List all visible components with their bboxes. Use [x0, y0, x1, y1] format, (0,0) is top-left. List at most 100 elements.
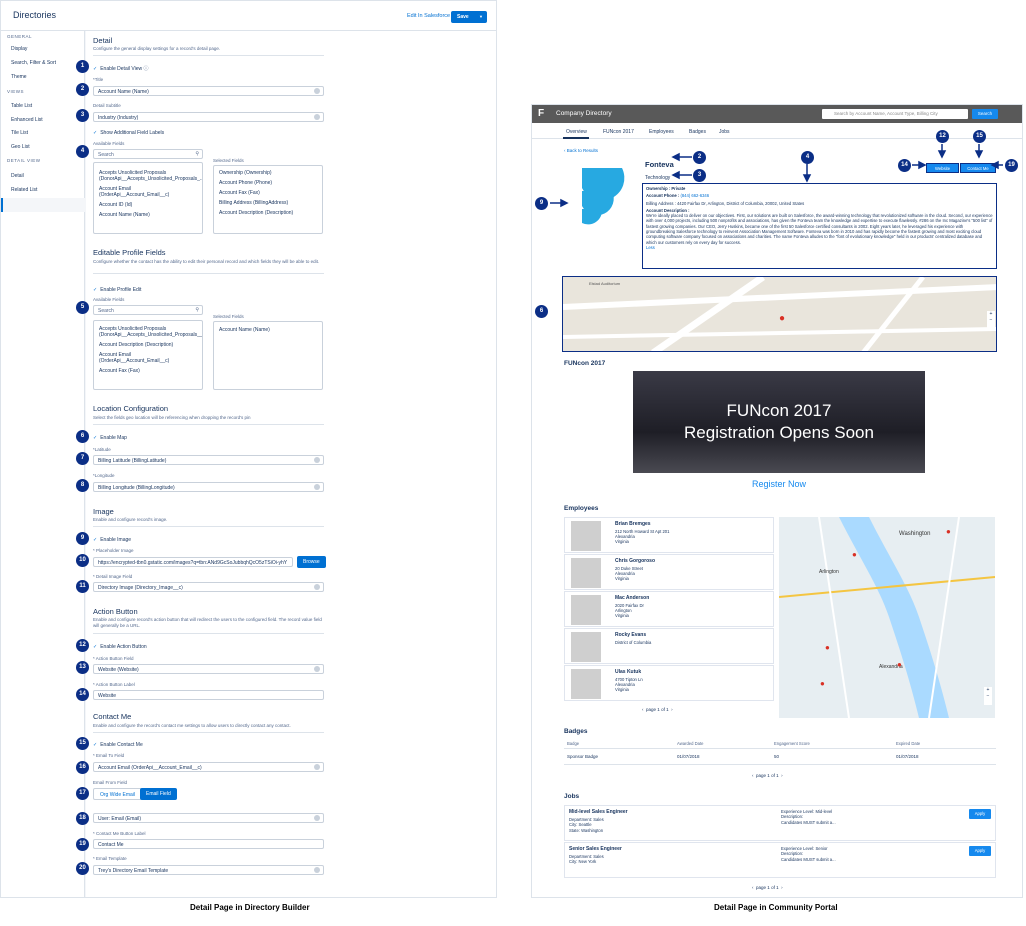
register-now-link[interactable]: Register Now	[633, 479, 925, 489]
less-link[interactable]: Less	[646, 245, 993, 250]
available-fields-search[interactable]: Search ⚲	[93, 305, 203, 315]
apply-button[interactable]: Apply	[969, 809, 991, 819]
available-fields-list[interactable]: Accepts Unsolicited Proposals (DonorApi_…	[93, 162, 203, 234]
prev-page-icon[interactable]: ‹	[642, 707, 644, 712]
portal-logo[interactable]: F	[538, 108, 550, 120]
map-pin-icon[interactable]: ●	[820, 679, 825, 688]
sidebar-item-display[interactable]: Display	[11, 46, 27, 52]
edit-in-salesforce-link[interactable]: Edit In Salesforce	[407, 13, 450, 19]
latitude-field[interactable]: Billing Latitude (BillingLatitude)	[93, 455, 324, 465]
sidebar-item-search-filter-sort[interactable]: Search, Filter & Sort	[11, 60, 56, 66]
list-item[interactable]: Accepts Unsolicited Proposals (DonorApi_…	[94, 324, 202, 340]
email-template-field[interactable]: Trey's Directory Email Template	[93, 865, 324, 875]
list-item[interactable]: Brian Bremges 212 North Howard St Apt 20…	[564, 517, 774, 553]
prev-page-icon[interactable]: ‹	[752, 885, 754, 890]
next-page-icon[interactable]: ›	[781, 773, 783, 778]
chevron-down-icon[interactable]: ▼	[479, 14, 483, 19]
sidebar-item-enhanced-list[interactable]: Enhanced List	[11, 117, 43, 123]
contact-button-label-field[interactable]: Contact Me	[93, 839, 324, 849]
map-pin-icon[interactable]: ●	[852, 550, 857, 559]
list-item[interactable]: Accepts Unsolicited Proposals (DonorApi_…	[94, 168, 202, 184]
list-item[interactable]: Ownership (Ownership)	[214, 168, 322, 178]
clear-icon[interactable]	[314, 815, 320, 821]
list-item[interactable]: Account ID (Id)	[94, 200, 202, 210]
clear-icon[interactable]	[314, 867, 320, 873]
enable-map-checkbox[interactable]: ✓ Enable Map	[93, 435, 127, 441]
subtitle-field[interactable]: Industry (Industry)	[93, 112, 324, 122]
available-fields-list[interactable]: Accepts Unsolicited Proposals (DonorApi_…	[93, 320, 203, 390]
list-item[interactable]: Chris Gorgoroso 20 Duke Street Alexandria…	[564, 554, 774, 590]
tab-overview[interactable]: Overview	[566, 129, 587, 135]
enable-action-button-checkbox[interactable]: ✓ Enable Action Button	[93, 644, 147, 650]
sidebar-item-table-list[interactable]: Table List	[11, 103, 32, 109]
tab-jobs[interactable]: Jobs	[719, 129, 730, 135]
clear-icon[interactable]	[314, 114, 320, 120]
pager-current[interactable]: 1	[657, 707, 660, 712]
apply-button[interactable]: Apply	[969, 846, 991, 856]
next-page-icon[interactable]: ›	[781, 885, 783, 890]
list-item[interactable]: Rocky Evans District of Columbia	[564, 628, 774, 664]
map-pin-icon[interactable]: ●	[897, 660, 902, 669]
sidebar-item-detail[interactable]: Detail	[11, 173, 24, 179]
map-pin-icon[interactable]: ●	[779, 313, 785, 324]
clear-icon[interactable]	[314, 764, 320, 770]
enable-contact-me-checkbox[interactable]: ✓ Enable Contact Me	[93, 742, 143, 748]
selected-fields-list[interactable]: Ownership (Ownership) Account Phone (Pho…	[213, 165, 323, 234]
sidebar-item-theme[interactable]: Theme	[11, 74, 27, 80]
map-pin-icon[interactable]: ●	[946, 527, 951, 536]
sidebar-item-geo-list[interactable]: Geo List	[11, 144, 30, 150]
list-item[interactable]: Account Fax (Fax)	[94, 366, 202, 376]
action-button-field[interactable]: Website (Website)	[93, 664, 324, 674]
list-item[interactable]: Account Name (Name)	[214, 325, 322, 335]
enable-detail-view-checkbox[interactable]: ✓ Enable Detail View ⓘ	[93, 65, 149, 72]
next-page-icon[interactable]: ›	[671, 707, 673, 712]
list-item[interactable]: Account Description (Description)	[214, 208, 322, 218]
selected-fields-list[interactable]: Account Name (Name)	[213, 321, 323, 390]
list-item[interactable]: Account Email (OrderApi__Account_Email__…	[94, 184, 202, 200]
list-item[interactable]: Billing Address (BillingAddress)	[214, 198, 322, 208]
sidebar-item-tile-list[interactable]: Tile List	[11, 130, 28, 136]
clear-icon[interactable]	[314, 484, 320, 490]
tab-funcon-2017[interactable]: FUNcon 2017	[603, 129, 634, 135]
title-field[interactable]: Account Name (Name)	[93, 86, 324, 96]
tab-badges[interactable]: Badges	[689, 129, 706, 135]
clear-icon[interactable]	[314, 584, 320, 590]
browse-button[interactable]: Browse	[297, 556, 326, 568]
org-wide-email-option[interactable]: Org Wide Email	[93, 788, 143, 800]
pager-current[interactable]: 1	[767, 885, 770, 890]
list-item[interactable]: Ulas Kutuk 4700 Tipton Ln Alexandria Virgi…	[564, 665, 774, 701]
portal-search-input[interactable]: Search by Account Name, Account Type, Bi…	[822, 109, 968, 119]
tab-employees[interactable]: Employees	[649, 129, 674, 135]
list-item[interactable]: Account Description (Description)	[94, 340, 202, 350]
detail-image-field[interactable]: Directory Image (Directory_Image__c)	[93, 582, 324, 592]
user-email-field[interactable]: User: Email (Email)	[93, 813, 324, 823]
action-button-label-field[interactable]: Website	[93, 690, 324, 700]
show-additional-field-labels-checkbox[interactable]: ✓ Show Additional Field Labels	[93, 130, 164, 136]
longitude-field[interactable]: Billing Longitude (BillingLongitude)	[93, 482, 324, 492]
list-item[interactable]: Account Phone (Phone)	[214, 178, 322, 188]
employees-map[interactable]: Washington Arlington Alexandria ● ● ● ● …	[779, 517, 995, 718]
portal-search-button[interactable]: Search	[972, 109, 998, 119]
list-item[interactable]: Account Fax (Fax)	[214, 188, 322, 198]
pager-current[interactable]: 1	[767, 773, 770, 778]
clear-icon[interactable]	[314, 457, 320, 463]
email-field-option[interactable]: Email Field	[140, 788, 177, 800]
location-map[interactable]: Elstad Auditorium ● + −	[562, 276, 997, 352]
list-item[interactable]: Mac Anderson 2020 Fairfax Dr Arlington Vir…	[564, 591, 774, 627]
available-fields-search[interactable]: Search ⚲	[93, 149, 203, 159]
list-item[interactable]: Account Email (OrderApi__Account_Email__…	[94, 350, 202, 366]
banner-background	[633, 371, 925, 473]
sidebar-item-related-list[interactable]: Related List	[11, 187, 37, 193]
enable-profile-edit-checkbox[interactable]: ✓ Enable Profile Edit	[93, 287, 141, 293]
clear-icon[interactable]	[314, 88, 320, 94]
map-pin-icon[interactable]: ●	[825, 643, 830, 652]
email-to-field[interactable]: Account Email (OrderApi__Account_Email__…	[93, 762, 324, 772]
prev-page-icon[interactable]: ‹	[752, 773, 754, 778]
zoom-controls[interactable]: + −	[987, 311, 995, 329]
clear-icon[interactable]	[314, 666, 320, 672]
enable-image-checkbox[interactable]: ✓ Enable Image	[93, 537, 131, 543]
zoom-controls[interactable]: + −	[984, 687, 992, 705]
save-button[interactable]: Save ▼	[451, 11, 487, 23]
list-item[interactable]: Account Name (Name)	[94, 210, 202, 220]
placeholder-image-field[interactable]: https://encrypted-tbn0.gstatic.com/image…	[93, 557, 293, 567]
